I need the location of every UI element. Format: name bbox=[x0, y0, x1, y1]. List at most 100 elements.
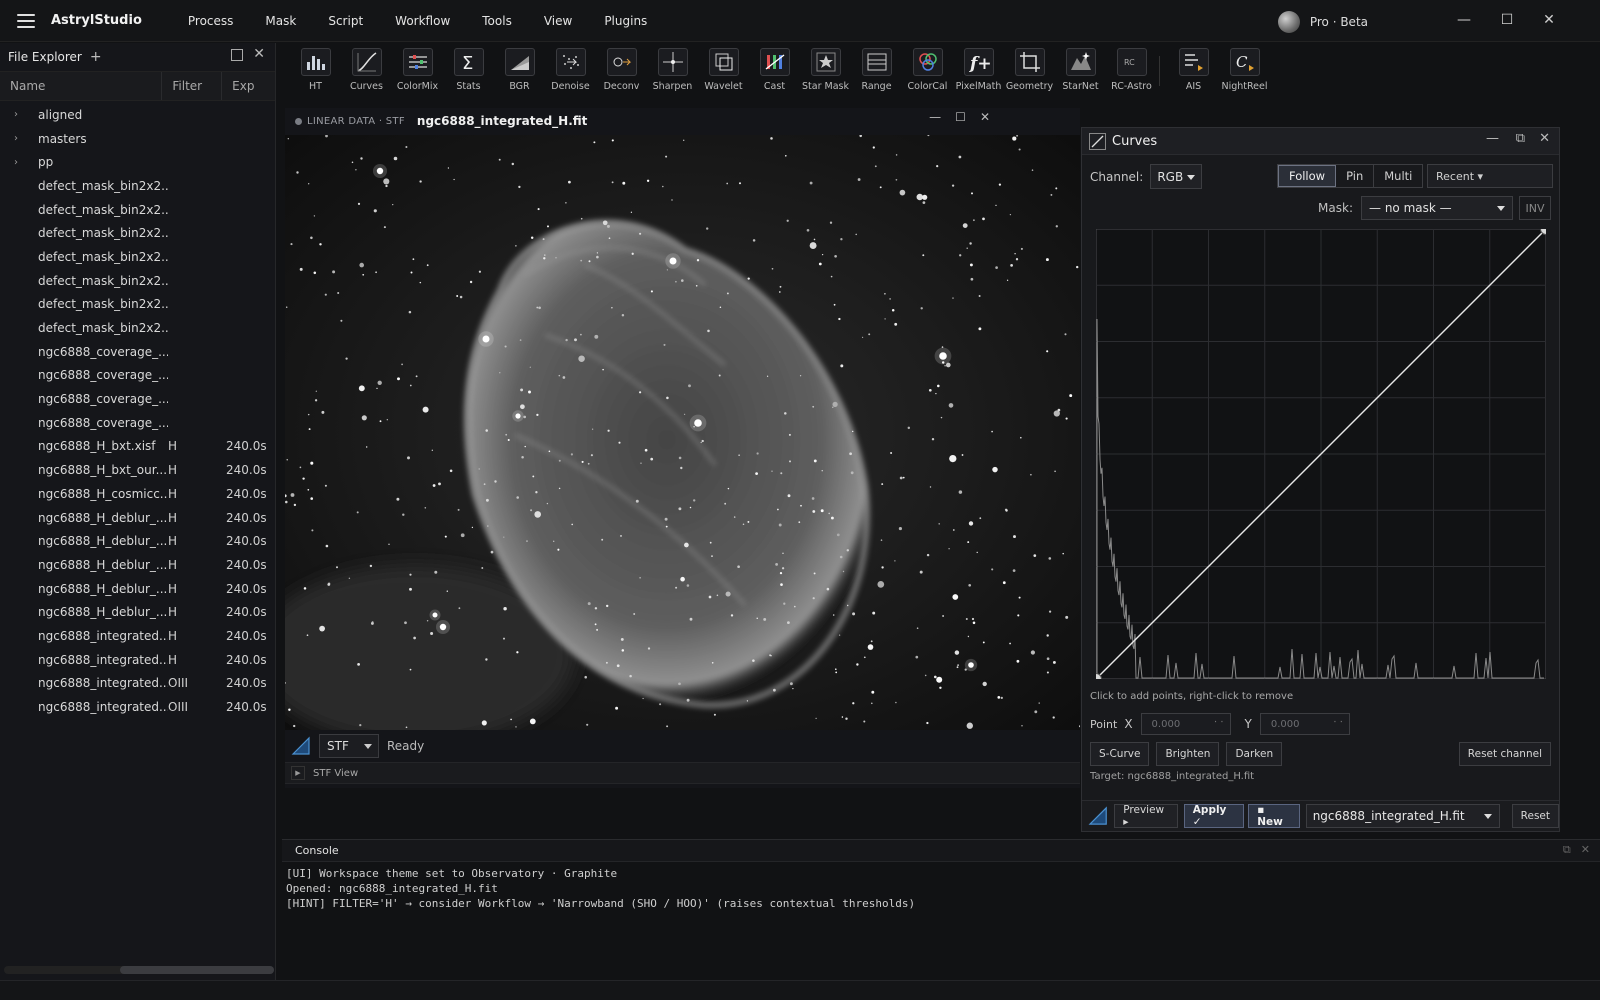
range-icon[interactable] bbox=[861, 48, 892, 76]
nightreel-icon[interactable]: C bbox=[1229, 48, 1260, 76]
tool-sharpen[interactable]: Sharpen bbox=[647, 48, 698, 98]
file-row[interactable]: ngc6888_integrated... H 240.0s bbox=[0, 648, 275, 672]
sigma-icon[interactable]: Σ bbox=[453, 48, 484, 76]
mask-select[interactable]: — no mask — bbox=[1361, 196, 1513, 220]
file-row[interactable]: ngc6888_coverage_... bbox=[0, 340, 275, 364]
tool-ht[interactable]: HT bbox=[290, 48, 341, 98]
close-panel-icon[interactable]: ✕ bbox=[253, 46, 265, 62]
rgb-circles-icon[interactable] bbox=[912, 48, 943, 76]
invert-mask-button[interactable]: INV bbox=[1519, 196, 1551, 220]
recent-button[interactable]: Recent ▾ bbox=[1427, 164, 1553, 188]
hamburger-menu-icon[interactable] bbox=[17, 13, 35, 28]
star-icon[interactable] bbox=[810, 48, 841, 76]
channel-select[interactable]: RGB bbox=[1150, 164, 1203, 189]
starnet-icon[interactable] bbox=[1065, 48, 1096, 76]
crop-icon[interactable] bbox=[1014, 48, 1045, 76]
file-row[interactable]: defect_mask_bin2x2... bbox=[0, 198, 275, 222]
tool-star-mask[interactable]: Star Mask bbox=[800, 48, 851, 98]
mode-multi[interactable]: Multi bbox=[1374, 165, 1422, 187]
tool-curves[interactable]: Curves bbox=[341, 48, 392, 98]
menu-script[interactable]: Script bbox=[312, 14, 379, 28]
tool-ais[interactable]: AIS bbox=[1168, 48, 1219, 98]
minimize-icon[interactable]: — bbox=[1486, 131, 1499, 146]
expand-arrow-icon[interactable]: › bbox=[0, 133, 38, 144]
folder-row[interactable]: › aligned bbox=[0, 103, 275, 127]
file-row[interactable]: ngc6888_H_cosmicc... H 240.0s bbox=[0, 482, 275, 506]
popout-icon[interactable]: ⧉ bbox=[1563, 843, 1571, 857]
file-row[interactable]: ngc6888_H_deblur_... H 240.0s bbox=[0, 600, 275, 624]
file-row[interactable]: defect_mask_bin2x2... bbox=[0, 269, 275, 293]
point-x-input[interactable]: 0.000 bbox=[1140, 713, 1231, 735]
stf-triangle-icon[interactable] bbox=[1088, 805, 1108, 827]
target-image-select[interactable]: ngc6888_integrated_H.fit bbox=[1305, 804, 1500, 828]
minimize-icon[interactable]: — bbox=[1455, 12, 1473, 28]
tool-rc-astro[interactable]: RC RC-Astro bbox=[1106, 48, 1157, 98]
column-name[interactable]: Name bbox=[0, 72, 163, 100]
layers-icon[interactable] bbox=[708, 48, 739, 76]
tool-cast[interactable]: Cast bbox=[749, 48, 800, 98]
tool-deconv[interactable]: Deconv bbox=[596, 48, 647, 98]
tool-geometry[interactable]: Geometry bbox=[1004, 48, 1055, 98]
color-bars-icon[interactable] bbox=[759, 48, 790, 76]
file-row[interactable]: defect_mask_bin2x2... bbox=[0, 221, 275, 245]
curve-graph[interactable] bbox=[1090, 223, 1552, 685]
tool-colorcal[interactable]: ColorCal bbox=[902, 48, 953, 98]
stf-triangle-icon[interactable] bbox=[291, 736, 311, 756]
file-row[interactable]: ngc6888_integrated... OIII 240.0s bbox=[0, 695, 275, 719]
file-row[interactable]: ngc6888_H_deblur_... H 240.0s bbox=[0, 553, 275, 577]
close-icon[interactable]: ✕ bbox=[1540, 12, 1558, 28]
column-filter[interactable]: Filter bbox=[162, 72, 223, 100]
denoise-icon[interactable] bbox=[555, 48, 586, 76]
maximize-icon[interactable]: ☐ bbox=[955, 110, 966, 124]
tool-range[interactable]: Range bbox=[851, 48, 902, 98]
file-row[interactable]: ngc6888_coverage_... bbox=[0, 411, 275, 435]
file-row[interactable]: ngc6888_coverage_... bbox=[0, 364, 275, 388]
histogram-icon[interactable] bbox=[300, 48, 331, 76]
expand-arrow-icon[interactable]: › bbox=[0, 157, 38, 168]
ais-icon[interactable] bbox=[1178, 48, 1209, 76]
avatar[interactable] bbox=[1277, 11, 1300, 33]
folder-row[interactable]: › pp bbox=[0, 150, 275, 174]
file-row[interactable]: ngc6888_H_bxt.xisf H 240.0s bbox=[0, 435, 275, 459]
tool-stats[interactable]: Σ Stats bbox=[443, 48, 494, 98]
close-icon[interactable]: ✕ bbox=[1581, 843, 1590, 857]
reset-channel-button[interactable]: Reset channel bbox=[1458, 742, 1551, 766]
maximize-icon[interactable]: ☐ bbox=[1498, 12, 1516, 28]
tool-pixelmath[interactable]: f+ PixelMath bbox=[953, 48, 1004, 98]
file-row[interactable]: ngc6888_integrated... H 240.0s bbox=[0, 624, 275, 648]
file-row[interactable]: ngc6888_H_deblur_... H 240.0s bbox=[0, 529, 275, 553]
tool-colormix[interactable]: ColorMix bbox=[392, 48, 443, 98]
s-curve-button[interactable]: S-Curve bbox=[1090, 742, 1150, 766]
folder-row[interactable]: › masters bbox=[0, 127, 275, 151]
add-icon[interactable]: + bbox=[90, 49, 102, 65]
tool-starnet[interactable]: StarNet bbox=[1055, 48, 1106, 98]
image-canvas[interactable] bbox=[285, 135, 1080, 730]
popout-icon[interactable] bbox=[231, 49, 243, 61]
file-row[interactable]: defect_mask_bin2x2... bbox=[0, 293, 275, 317]
file-row[interactable]: ngc6888_H_deblur_... H 240.0s bbox=[0, 506, 275, 530]
profile[interactable]: Pro · Beta bbox=[1277, 11, 1368, 33]
close-icon[interactable]: ✕ bbox=[980, 110, 990, 124]
crosshair-icon[interactable] bbox=[657, 48, 688, 76]
menu-workflow[interactable]: Workflow bbox=[379, 14, 466, 28]
reset-button[interactable]: Reset bbox=[1511, 804, 1559, 828]
expand-icon[interactable]: ▶ bbox=[291, 766, 305, 780]
preview-button[interactable]: Preview ▸ bbox=[1114, 804, 1178, 828]
mode-follow[interactable]: Follow bbox=[1278, 165, 1337, 187]
tool-denoise[interactable]: Denoise bbox=[545, 48, 596, 98]
brighten-button[interactable]: Brighten bbox=[1156, 742, 1220, 766]
tool-nightreel[interactable]: C NightReel bbox=[1219, 48, 1270, 98]
minimize-icon[interactable]: — bbox=[929, 110, 941, 124]
file-row[interactable]: ngc6888_coverage_... bbox=[0, 387, 275, 411]
file-row[interactable]: defect_mask_bin2x2... bbox=[0, 174, 275, 198]
menu-view[interactable]: View bbox=[528, 14, 588, 28]
curves-icon[interactable] bbox=[351, 48, 382, 76]
function-icon[interactable]: f+ bbox=[963, 48, 994, 76]
tool-bgr[interactable]: BGR bbox=[494, 48, 545, 98]
horizontal-scrollbar[interactable] bbox=[4, 966, 274, 974]
deconv-icon[interactable] bbox=[606, 48, 637, 76]
gradient-icon[interactable] bbox=[504, 48, 535, 76]
menu-plugins[interactable]: Plugins bbox=[588, 14, 663, 28]
menu-mask[interactable]: Mask bbox=[249, 14, 312, 28]
popout-icon[interactable]: ⧉ bbox=[1516, 131, 1525, 146]
